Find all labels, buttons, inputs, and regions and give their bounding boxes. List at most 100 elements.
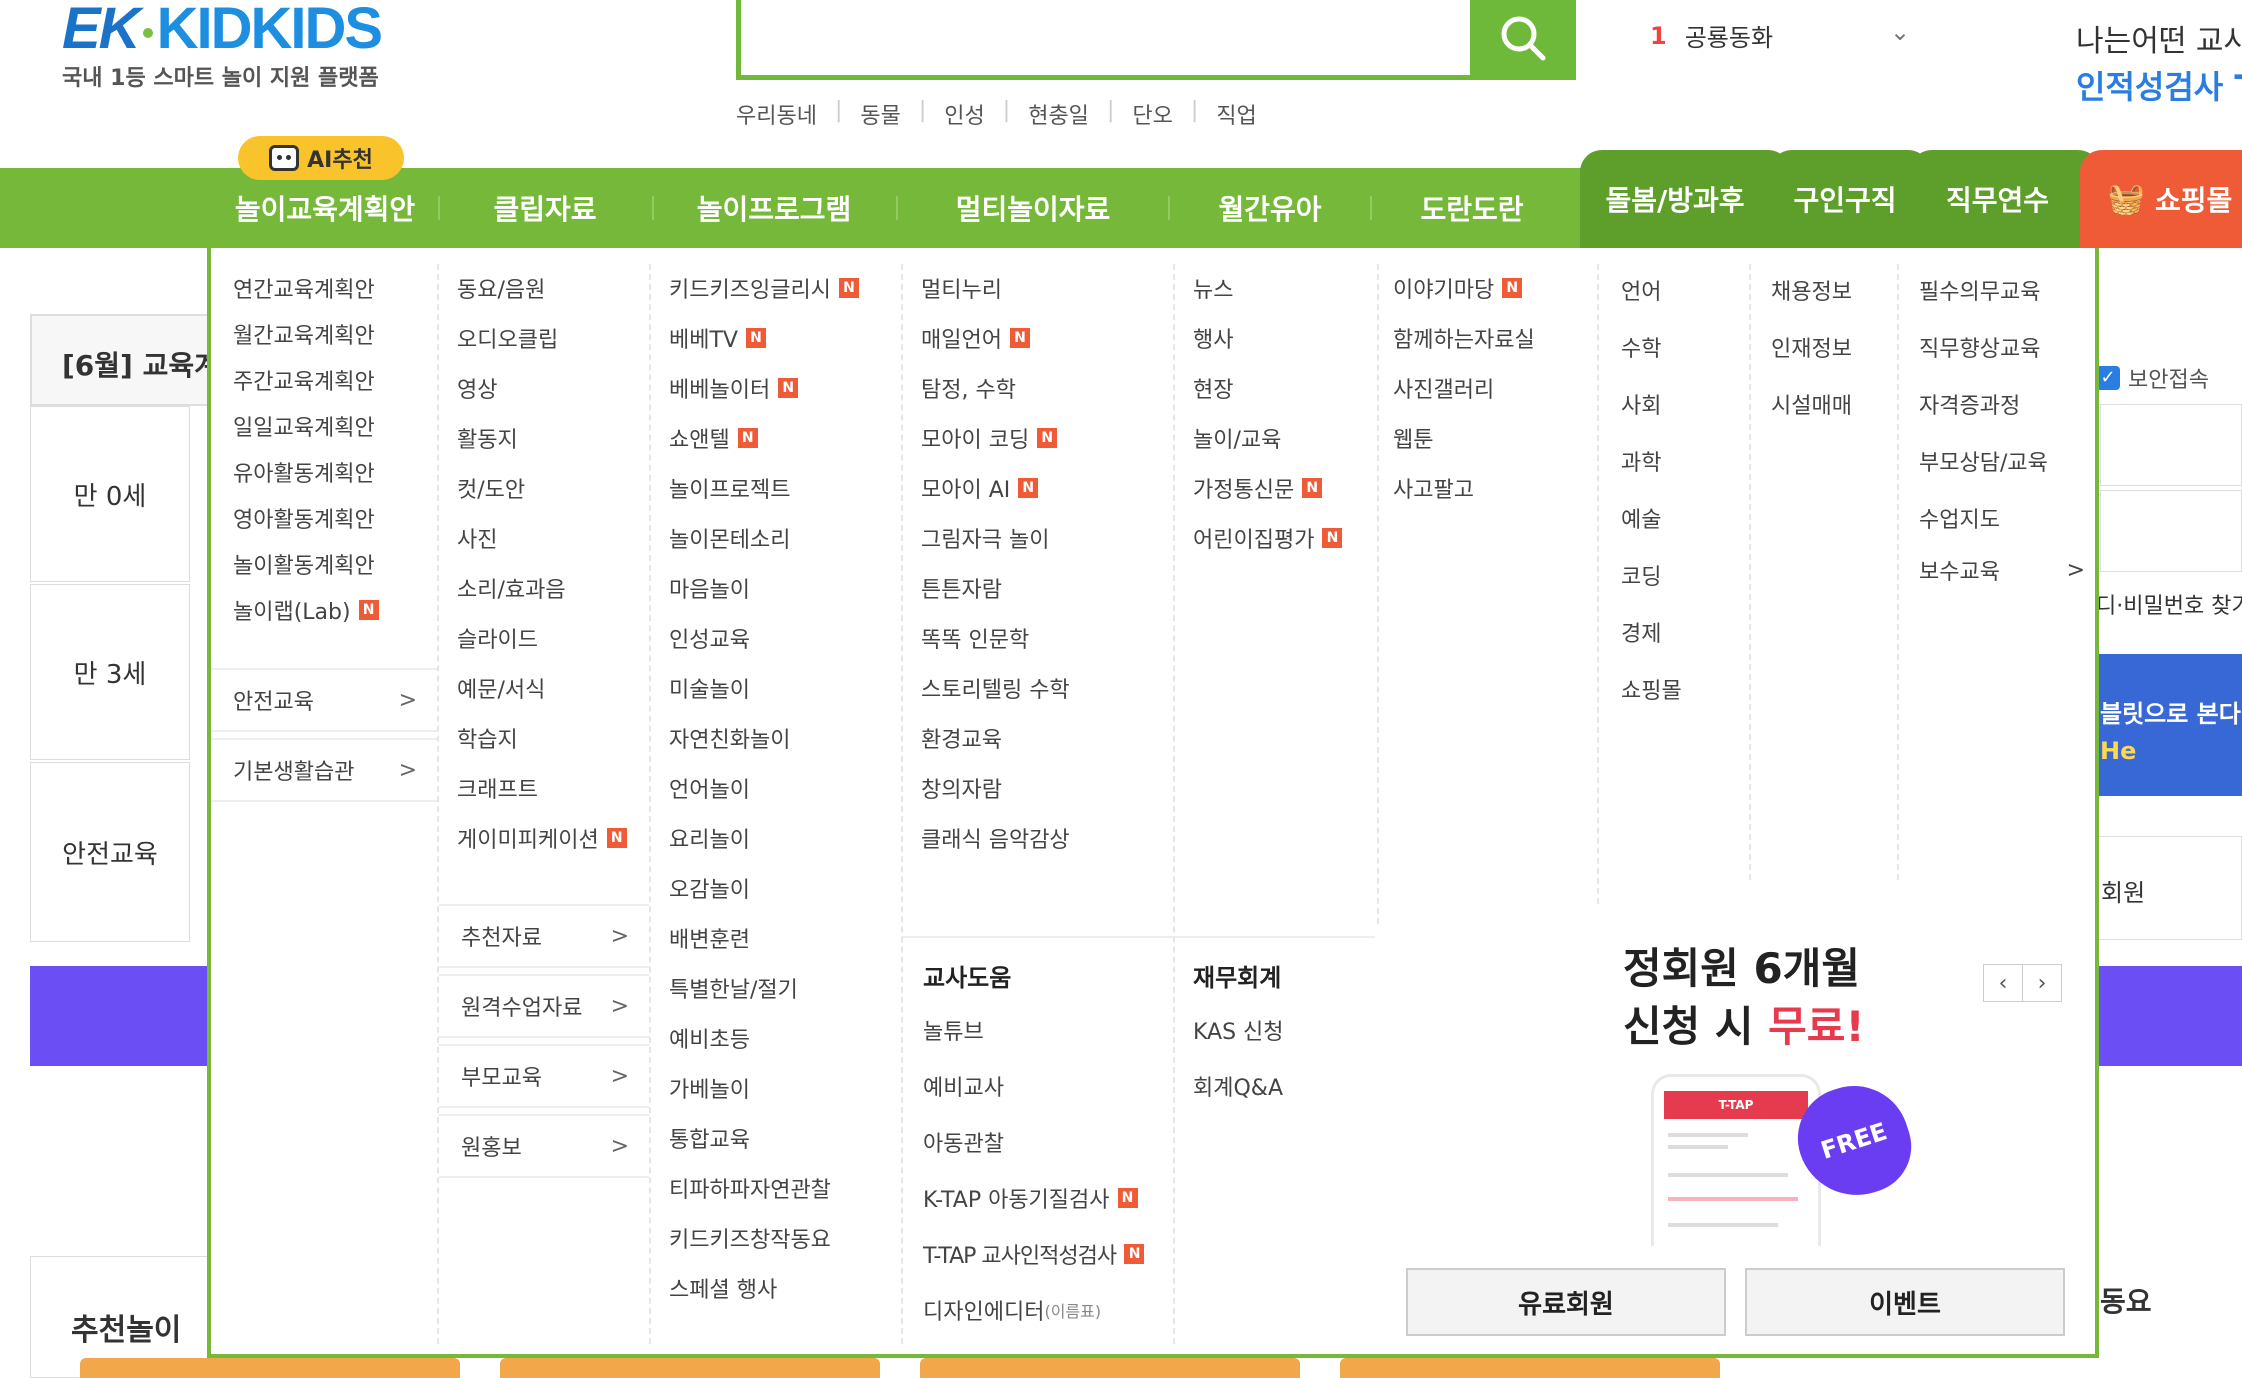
submenu-recommended[interactable]: 추천자료 > — [439, 904, 649, 968]
menu-item[interactable]: 스페셜 행사 — [669, 1272, 777, 1304]
search-input[interactable] — [736, 0, 1476, 80]
menu-item[interactable]: 베베TV N — [669, 322, 766, 354]
menu-item[interactable]: 놀이프로젝트 — [669, 472, 790, 504]
menu-item[interactable]: 키드키즈창작동요 — [669, 1222, 831, 1254]
menu-item[interactable]: 통합교육 — [669, 1122, 750, 1154]
menu-item[interactable]: 보수교육 > — [1919, 554, 2085, 586]
menu-item[interactable]: 특별한날/절기 — [669, 972, 798, 1004]
menu-item[interactable]: 자연친화놀이 — [669, 722, 790, 754]
submenu-promo[interactable]: 원홍보 > — [439, 1114, 649, 1178]
prev-slide-button[interactable]: ‹ — [1983, 964, 2023, 1002]
menu-item[interactable]: 채용정보 — [1771, 274, 1852, 306]
purple-banner-right[interactable] — [2096, 966, 2242, 1066]
menu-item[interactable]: 연간교육계획안 — [233, 272, 375, 304]
age-tab[interactable]: 만 0세 — [30, 406, 190, 582]
menu-item[interactable]: 매일언어 N — [921, 322, 1030, 354]
menu-item[interactable]: 과학 — [1621, 445, 1661, 477]
menu-item[interactable]: 자격증과정 — [1919, 388, 2020, 420]
menu-item[interactable]: 언어놀이 — [669, 772, 750, 804]
menu-item[interactable]: 웹툰 — [1393, 422, 1433, 454]
next-slide-button[interactable]: › — [2022, 964, 2062, 1002]
menu-item[interactable]: 창의자람 — [921, 772, 1002, 804]
header-promo[interactable]: 나는어떤 교사 인적성검사 T — [2076, 16, 2242, 108]
secure-login-check[interactable]: ✓ 보안접속 — [2096, 362, 2209, 394]
menu-item[interactable]: 요리놀이 — [669, 822, 750, 854]
menu-item[interactable]: 사진갤러리 — [1393, 372, 1494, 404]
menu-item[interactable]: 예비초등 — [669, 1022, 750, 1054]
menu-item[interactable]: 크래프트 — [457, 772, 538, 804]
submenu-remote[interactable]: 원격수업자료 > — [439, 974, 649, 1038]
menu-item[interactable]: 동요/음원 — [457, 272, 545, 304]
nav-care[interactable]: 돌봄/방과후 — [1590, 150, 1760, 248]
menu-item[interactable]: 행사 — [1193, 322, 1233, 354]
menu-item[interactable]: 주간교육계획안 — [233, 364, 375, 396]
menu-item[interactable]: 탐정, 수학 — [921, 372, 1016, 404]
thumbnail[interactable] — [500, 1358, 880, 1378]
menu-item[interactable]: 쇼핑몰 — [1621, 673, 1682, 705]
menu-item[interactable]: 예술 — [1621, 502, 1661, 534]
promo-title[interactable]: 정회원 6개월 신청 시 무료! — [1623, 940, 1865, 1056]
keyword-link[interactable]: 단오 — [1114, 98, 1190, 130]
menu-item[interactable]: 마음놀이 — [669, 572, 750, 604]
submenu-habits[interactable]: 기본생활습관 > — [211, 738, 437, 802]
menu-item[interactable]: 쇼앤텔 N — [669, 422, 758, 454]
menu-item[interactable]: 유아활동계획안 — [233, 456, 375, 488]
menu-item[interactable]: 똑똑 인문학 — [921, 622, 1029, 654]
thumbnail[interactable] — [920, 1358, 1300, 1378]
menu-item[interactable]: 경제 — [1621, 616, 1661, 648]
realtime-rank[interactable]: 1 공룡동화 ⌄ — [1650, 18, 1910, 53]
login-pw-field[interactable] — [2100, 490, 2242, 572]
menu-item[interactable]: 영상 — [457, 372, 497, 404]
menu-item[interactable]: 함께하는자료실 — [1393, 322, 1535, 354]
nav-clip[interactable]: 클립자료 — [440, 168, 650, 248]
menu-item[interactable]: 티파하파자연관찰 — [669, 1172, 831, 1204]
menu-item[interactable]: 예비교사 — [923, 1070, 1004, 1102]
menu-item[interactable]: 사회 — [1621, 388, 1661, 420]
menu-item[interactable]: 놀이랩(Lab) N — [233, 594, 379, 626]
menu-item[interactable]: 사진 — [457, 522, 497, 554]
menu-item[interactable]: 놀이몬테소리 — [669, 522, 790, 554]
keyword-link[interactable]: 동물 — [842, 98, 918, 130]
nav-doran[interactable]: 도란도란 — [1372, 168, 1572, 248]
checkbox-icon[interactable]: ✓ — [2096, 366, 2120, 390]
menu-item[interactable]: 모아이 코딩 N — [921, 422, 1058, 454]
menu-item[interactable]: 키드키즈잉글리시 N — [669, 272, 859, 304]
menu-item[interactable]: 가정통신문 N — [1193, 472, 1323, 504]
nav-multi[interactable]: 멀티놀이자료 — [898, 168, 1168, 248]
menu-item[interactable]: 필수의무교육 — [1919, 274, 2040, 306]
menu-item[interactable]: 이야기마당 N — [1393, 272, 1523, 304]
menu-item[interactable]: 놀튜브 — [923, 1014, 984, 1046]
age-tab[interactable]: 안전교육 — [30, 762, 190, 942]
tablet-banner[interactable]: 블릿으로 본다! He — [2096, 654, 2242, 796]
menu-item[interactable]: 놀이/교육 — [1193, 422, 1281, 454]
menu-item[interactable]: 환경교육 — [921, 722, 1002, 754]
menu-item[interactable]: T-TAP 교사인적성검사 N — [923, 1238, 1145, 1270]
menu-item[interactable]: 영아활동계획안 — [233, 502, 375, 534]
menu-item[interactable]: 직무향상교육 — [1919, 331, 2040, 363]
menu-item[interactable]: 게이미피케이션 N — [457, 822, 627, 854]
nav-monthly[interactable]: 월간유아 — [1170, 168, 1370, 248]
menu-item[interactable]: 수학 — [1621, 331, 1661, 363]
menu-item[interactable]: 인재정보 — [1771, 331, 1852, 363]
nav-shop[interactable]: 🧺 쇼핑몰 — [2080, 150, 2242, 248]
chevron-down-icon[interactable]: ⌄ — [1890, 18, 1910, 46]
menu-item[interactable]: 베베놀이터 N — [669, 372, 799, 404]
menu-item[interactable]: 어린이집평가 N — [1193, 522, 1343, 554]
menu-item[interactable]: 소리/효과음 — [457, 572, 566, 604]
menu-item[interactable]: 일일교육계획안 — [233, 410, 375, 442]
menu-item[interactable]: 예문/서식 — [457, 672, 545, 704]
menu-item[interactable]: 놀이활동계획안 — [233, 548, 375, 580]
login-id-field[interactable] — [2100, 404, 2242, 486]
nav-job[interactable]: 구인구직 — [1770, 150, 1920, 248]
search-button[interactable] — [1470, 0, 1576, 80]
menu-item[interactable]: 클래식 음악감상 — [921, 822, 1070, 854]
menu-item[interactable]: K-TAP 아동기질검사 N — [923, 1182, 1138, 1214]
find-account-link[interactable]: 디·비밀번호 찾기 — [2096, 588, 2242, 620]
menu-item[interactable]: 시설매매 — [1771, 388, 1852, 420]
keyword-link[interactable]: 현충일 — [1010, 98, 1107, 130]
menu-item[interactable]: 미술놀이 — [669, 672, 750, 704]
menu-item[interactable]: 배변훈련 — [669, 922, 750, 954]
menu-item[interactable]: 슬라이드 — [457, 622, 538, 654]
menu-item[interactable]: KAS 신청 — [1193, 1014, 1284, 1046]
menu-item[interactable]: 인성교육 — [669, 622, 750, 654]
